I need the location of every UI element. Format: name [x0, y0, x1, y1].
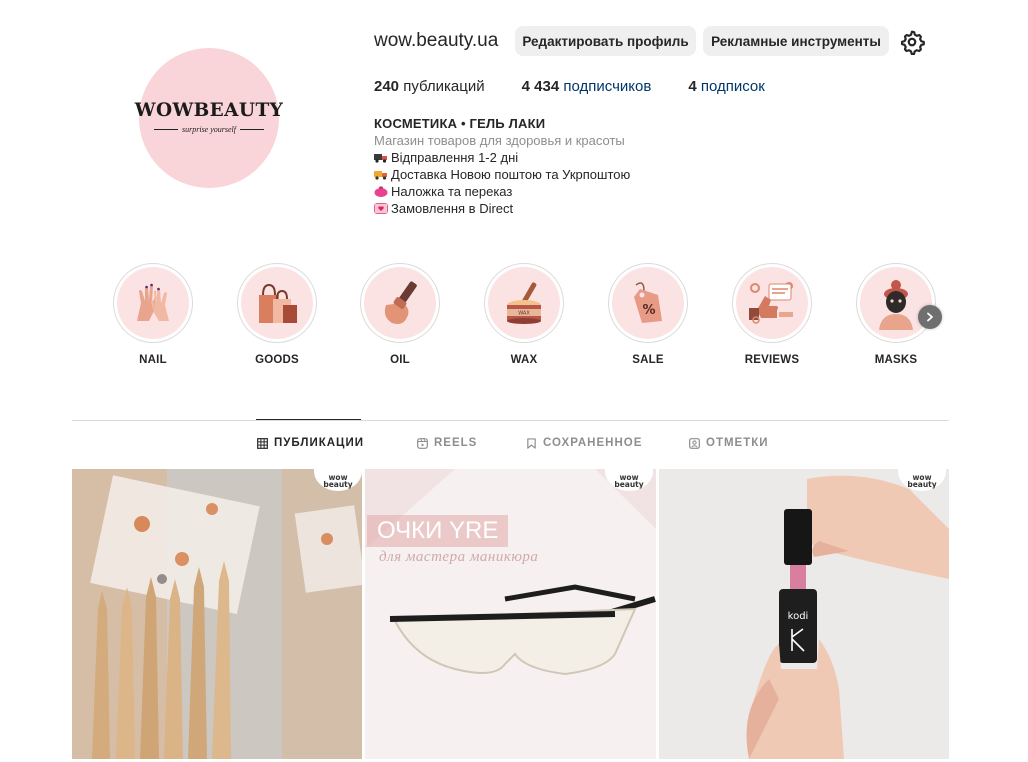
- tab-tagged[interactable]: ОТМЕТКИ: [689, 437, 769, 449]
- hands-icon: [137, 283, 169, 321]
- highlight-label: OIL: [390, 354, 410, 366]
- bio-category: Магазин товаров для здоровья и красоты: [374, 133, 625, 148]
- highlight-label: WAX: [510, 354, 538, 366]
- badge-line2: beauty: [614, 480, 644, 489]
- bio-line: Наложка та переказ: [374, 183, 630, 200]
- highlight-cover: [736, 267, 808, 339]
- following-link[interactable]: 4 подписок: [688, 78, 764, 95]
- highlight-cover: %: [612, 267, 684, 339]
- safety-glasses-photo: [365, 469, 656, 759]
- highlight-ring[interactable]: [360, 263, 440, 343]
- highlight-nail[interactable]: NAIL: [111, 263, 195, 366]
- badge-line2: beauty: [907, 480, 937, 489]
- posts-count-value: 240: [374, 78, 400, 95]
- highlight-oil[interactable]: OIL: [358, 263, 442, 366]
- badge-line2: beauty: [323, 480, 353, 489]
- post-wood-sticks[interactable]: wow beauty: [72, 469, 362, 759]
- highlight-wax[interactable]: WAX WAX: [482, 263, 566, 366]
- tab-posts[interactable]: ПУБЛИКАЦИИ: [257, 437, 364, 449]
- tab-reels[interactable]: REELS: [417, 437, 477, 449]
- reels-icon: [417, 437, 428, 449]
- followers-count-label[interactable]: подписчиков: [563, 78, 651, 95]
- highlight-label: REVIEWS: [744, 354, 800, 366]
- avatar-tagline-row: surprise yourself: [154, 125, 264, 134]
- gear-icon[interactable]: [899, 29, 925, 55]
- posts-count-label: публикаций: [403, 78, 485, 95]
- tab-saved-label[interactable]: СОХРАНЕННОЕ: [543, 437, 642, 449]
- highlight-reviews[interactable]: REVIEWS: [730, 263, 814, 366]
- price-tag-icon: %: [634, 282, 662, 323]
- active-tab-indicator: [256, 419, 361, 420]
- highlight-ring[interactable]: [856, 263, 936, 343]
- following-count-label[interactable]: подписок: [701, 78, 765, 95]
- bio-line-text: Замовлення в Direct: [391, 201, 514, 216]
- highlight-label: GOODS: [255, 354, 299, 366]
- highlight-cover: [241, 267, 313, 339]
- post-title: ОЧКИ YRE: [367, 515, 509, 547]
- highlight-ring[interactable]: [237, 263, 317, 343]
- bio-line: Відправлення 1-2 дні: [374, 149, 630, 166]
- bio-line: Замовлення в Direct: [374, 200, 630, 217]
- tab-saved[interactable]: СОХРАНЕННОЕ: [526, 437, 642, 449]
- highlight-cover: [860, 267, 932, 339]
- svg-text:kodi: kodi: [788, 611, 809, 622]
- chevron-right-icon: [927, 312, 933, 322]
- edit-profile-button[interactable]: Редактировать профиль: [515, 26, 696, 56]
- wax-jar-icon: WAX: [507, 282, 541, 324]
- post-safety-glasses[interactable]: ОЧКИ YRE для мастера маникюра wow beauty: [365, 469, 656, 759]
- tab-reels-label[interactable]: REELS: [434, 437, 477, 449]
- highlight-label: NAIL: [139, 354, 167, 366]
- tagged-icon: [689, 437, 700, 449]
- bio-line: Доставка Новою поштою та Укрпоштою: [374, 166, 630, 183]
- bio-line-text: Доставка Новою поштою та Укрпоштою: [391, 167, 631, 182]
- bio-line-text: Відправлення 1-2 дні: [391, 150, 519, 165]
- posts-count: 240 публикаций: [374, 78, 485, 95]
- highlight-ring[interactable]: [113, 263, 193, 343]
- highlight-ring[interactable]: %: [608, 263, 688, 343]
- profile-username: wow.beauty.ua: [374, 30, 499, 51]
- ad-tools-button[interactable]: Рекламные инструменты: [703, 26, 889, 56]
- profile-stats: 240 публикаций 4 434 подписчиков 4 подпи…: [374, 78, 802, 95]
- bookmark-icon: [527, 437, 536, 449]
- svg-text:%: %: [642, 303, 655, 318]
- tabs-divider: [72, 420, 949, 421]
- wood-sticks-photo: [72, 469, 362, 759]
- tab-posts-label[interactable]: ПУБЛИКАЦИИ: [274, 437, 364, 449]
- followers-link[interactable]: 4 434 подписчиков: [522, 78, 652, 95]
- bio-name: КОСМЕТИКА • ГЕЛЬ ЛАКИ: [374, 116, 546, 131]
- avatar-tagline: surprise yourself: [182, 125, 236, 135]
- tab-tagged-label[interactable]: ОТМЕТКИ: [706, 437, 769, 449]
- highlight-cover: WAX: [488, 267, 560, 339]
- highlight-ring[interactable]: WAX: [484, 263, 564, 343]
- highlight-cover: [117, 267, 189, 339]
- shopping-bags-icon: [259, 283, 297, 323]
- highlight-label: MASKS: [874, 354, 918, 366]
- post-gel-polish[interactable]: kodi wow beauty: [659, 469, 949, 759]
- reviews-icon: [749, 282, 793, 324]
- grid-icon: [257, 437, 268, 449]
- profile-bio: КОСМЕТИКА • ГЕЛЬ ЛАКИ Магазин товаров дл…: [374, 115, 630, 217]
- truck-icon: [374, 154, 387, 163]
- purse-icon: [374, 186, 388, 197]
- highlight-goods[interactable]: GOODS: [235, 263, 319, 366]
- gel-polish-photo: kodi: [659, 469, 949, 759]
- highlights-next-button[interactable]: [918, 305, 942, 329]
- following-count-value[interactable]: 4: [688, 78, 696, 95]
- profile-avatar[interactable]: WOWBEAUTY surprise yourself: [135, 48, 283, 188]
- bio-line-text: Наложка та переказ: [391, 184, 513, 199]
- highlight-label: SALE: [632, 354, 664, 366]
- delivery-truck-icon: [374, 171, 387, 180]
- nail-polish-icon: [384, 281, 417, 324]
- avatar-logo: WOWBEAUTY: [134, 99, 284, 121]
- post-subtitle: для мастера маникюра: [379, 549, 539, 565]
- face-mask-icon: [879, 280, 913, 330]
- highlight-sale[interactable]: % SALE: [606, 263, 690, 366]
- love-letter-icon: [374, 203, 388, 214]
- svg-text:WAX: WAX: [518, 311, 530, 317]
- highlight-cover: [364, 267, 436, 339]
- highlight-ring[interactable]: [732, 263, 812, 343]
- followers-count-value[interactable]: 4 434: [522, 78, 560, 95]
